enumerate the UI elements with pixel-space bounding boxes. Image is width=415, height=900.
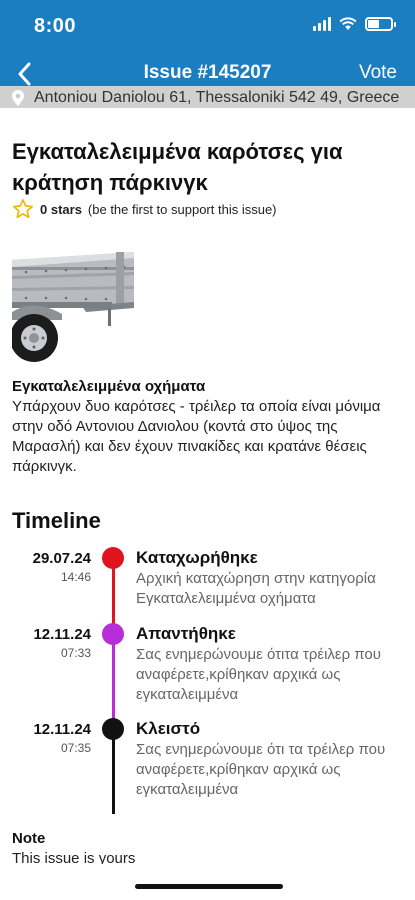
status-dot bbox=[102, 547, 124, 569]
issue-description: Υπάρχουν δυο καρότσες - τρέιλερ τα οποία… bbox=[12, 398, 381, 475]
entry-date: 29.07.24 bbox=[32, 550, 91, 567]
entry-time: 07:35 bbox=[60, 741, 91, 755]
issue-title: Εγκαταλελειμμένα καρότσες για κράτηση πά… bbox=[12, 139, 343, 195]
top-bar: 8:00 Issue #145207 Vote Antoniou Daniolo… bbox=[0, 0, 415, 108]
issue-category: Εγκαταλελειμμένα οχήματα bbox=[12, 378, 206, 395]
timeline-line-2 bbox=[112, 636, 115, 731]
stars-count: 0 stars bbox=[40, 201, 82, 217]
entry-date: 12.11.24 bbox=[33, 721, 91, 738]
address-text: Antoniou Daniolou 61, Thessaloniki 542 4… bbox=[34, 89, 400, 106]
status-dot bbox=[102, 623, 124, 645]
entry-date: 12.11.24 bbox=[33, 626, 91, 643]
stars-note: (be the first to support this issue) bbox=[87, 201, 277, 217]
battery-icon bbox=[365, 17, 396, 31]
note-label: Note bbox=[12, 830, 46, 847]
entry-note: Σας ενημερώνουμε ότιτα τρέιλερ που αναφέ… bbox=[136, 646, 381, 703]
note-text: This issue is yours bbox=[12, 850, 136, 864]
status-bar: 8:00 bbox=[0, 0, 415, 52]
page-title: Issue #145207 bbox=[143, 62, 272, 83]
timeline-line-3 bbox=[112, 729, 115, 814]
battery-level bbox=[368, 20, 379, 28]
status-dot bbox=[102, 718, 124, 740]
entry-time: 07:33 bbox=[60, 646, 91, 660]
entry-time: 14:46 bbox=[60, 570, 91, 584]
stars-row[interactable]: 0 stars (be the first to support this is… bbox=[12, 198, 277, 220]
entry-status: Κλειστό bbox=[136, 719, 201, 738]
location-pin-icon bbox=[12, 90, 24, 106]
entry-status: Απαντήθηκε bbox=[136, 624, 236, 643]
vote-button[interactable]: Vote bbox=[359, 62, 397, 84]
home-indicator bbox=[135, 884, 283, 889]
issue-photo[interactable] bbox=[12, 242, 134, 364]
timeline-heading: Timeline bbox=[12, 508, 101, 533]
address-bar: Antoniou Daniolou 61, Thessaloniki 542 4… bbox=[0, 86, 415, 108]
entry-note: Αρχική καταχώρηση στην κατηγορία Εγκαταλ… bbox=[136, 570, 376, 607]
wifi-icon bbox=[339, 17, 357, 30]
star-icon[interactable] bbox=[12, 198, 34, 220]
status-time: 8:00 bbox=[34, 15, 77, 37]
status-icons bbox=[313, 17, 396, 31]
cellular-signal-icon bbox=[313, 17, 331, 31]
entry-note: Σας ενημερώνουμε ότι τα τρέιλερ που αναφ… bbox=[136, 741, 386, 798]
entry-status: Καταχωρήθηκε bbox=[136, 548, 258, 567]
